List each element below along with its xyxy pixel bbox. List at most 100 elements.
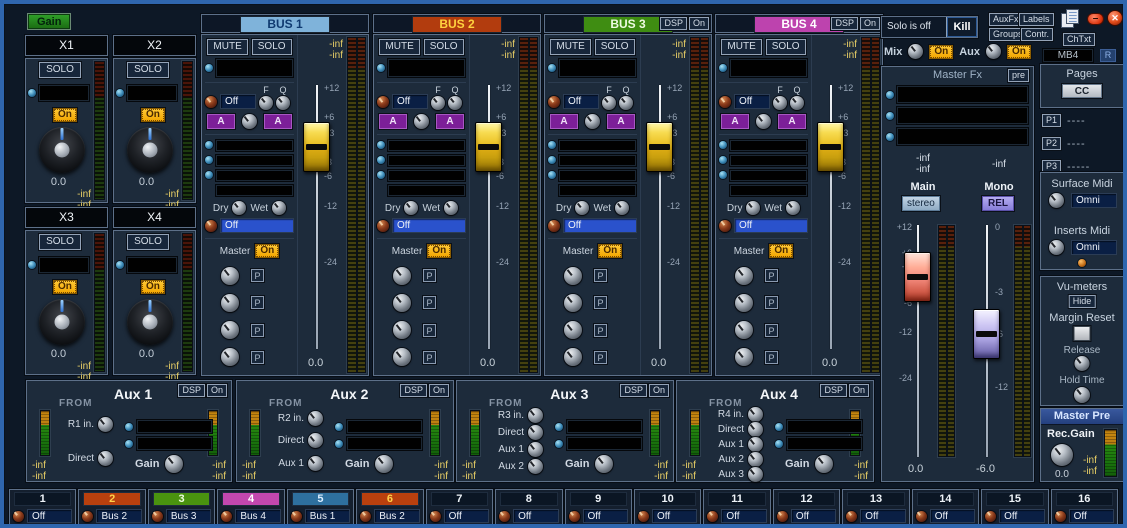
q-knob[interactable]: [276, 96, 290, 110]
channel-route-select[interactable]: Bus 2: [374, 509, 419, 523]
fx-select[interactable]: Off: [392, 218, 466, 233]
r-button[interactable]: R: [1100, 49, 1116, 62]
aux-gain-knob[interactable]: [815, 455, 833, 473]
channel-route-select[interactable]: Off: [721, 509, 766, 523]
send-knob[interactable]: [564, 348, 582, 366]
solo-button[interactable]: SOLO: [595, 39, 635, 55]
pre-button[interactable]: P: [251, 351, 264, 364]
channel-number[interactable]: 9: [570, 492, 627, 506]
eq-gain-knob[interactable]: [756, 114, 771, 129]
dsp-button[interactable]: DSP: [620, 384, 647, 397]
dsp-button[interactable]: DSP: [831, 17, 858, 30]
surface-midi-select[interactable]: Omni: [1071, 193, 1117, 208]
q-knob[interactable]: [448, 96, 462, 110]
channel-knob[interactable]: [82, 511, 93, 522]
channel-route-select[interactable]: Off: [27, 509, 72, 523]
on-button[interactable]: On: [53, 108, 77, 122]
send-knob[interactable]: [221, 348, 239, 366]
channel-number[interactable]: 11: [708, 492, 765, 506]
channel-knob[interactable]: [221, 511, 232, 522]
copy-pages-icon[interactable]: [1061, 9, 1083, 29]
pre-button[interactable]: P: [423, 296, 436, 309]
bus-title[interactable]: BUS 2: [412, 16, 502, 33]
channel-route-select[interactable]: Off: [930, 509, 975, 523]
channel-number[interactable]: 3: [153, 492, 210, 506]
pre-button[interactable]: P: [423, 351, 436, 364]
aux-gain-knob[interactable]: [595, 455, 613, 473]
mono-fader-handle[interactable]: [973, 309, 1000, 359]
dry-knob[interactable]: [746, 201, 760, 215]
source-knob[interactable]: [308, 433, 323, 448]
stereo-mode-button[interactable]: stereo: [902, 196, 940, 211]
aux-gain-knob[interactable]: [375, 455, 393, 473]
eq-select[interactable]: Off: [392, 94, 428, 109]
channel-number[interactable]: 6: [361, 492, 418, 506]
dsp-on-button[interactable]: On: [207, 384, 227, 397]
q-knob[interactable]: [619, 96, 633, 110]
pre-button[interactable]: P: [594, 324, 607, 337]
on-button[interactable]: On: [141, 108, 165, 122]
eq-a-button[interactable]: A: [207, 114, 235, 129]
source-knob[interactable]: [748, 437, 763, 452]
p2-button[interactable]: P2: [1042, 137, 1061, 150]
channel-knob[interactable]: [777, 511, 788, 522]
send-knob[interactable]: [735, 267, 753, 285]
channel-knob[interactable]: [291, 511, 302, 522]
eq-a-button[interactable]: A: [550, 114, 578, 129]
channel-knob[interactable]: [846, 511, 857, 522]
channel-route-select[interactable]: Off: [583, 509, 628, 523]
send-knob[interactable]: [564, 294, 582, 312]
channel-number[interactable]: 4: [222, 492, 279, 506]
dry-knob[interactable]: [575, 201, 589, 215]
source-knob[interactable]: [528, 425, 543, 440]
dsp-on-button[interactable]: On: [649, 384, 669, 397]
dsp-on-button[interactable]: On: [429, 384, 449, 397]
pre-button[interactable]: pre: [1008, 69, 1029, 82]
eq-a-button[interactable]: A: [721, 114, 749, 129]
p1-button[interactable]: P1: [1042, 114, 1061, 127]
channel-number[interactable]: 14: [917, 492, 974, 506]
send-knob[interactable]: [221, 294, 239, 312]
on-button[interactable]: On: [53, 280, 77, 294]
send-knob[interactable]: [393, 294, 411, 312]
eq-a-button[interactable]: A: [778, 114, 806, 129]
channel-route-select[interactable]: Bus 4: [235, 509, 280, 523]
source-knob[interactable]: [528, 442, 543, 457]
gain-knob[interactable]: [39, 299, 85, 345]
channel-number[interactable]: 8: [500, 492, 557, 506]
pre-button[interactable]: P: [765, 296, 778, 309]
channel-route-select[interactable]: Off: [791, 509, 836, 523]
master-on-button[interactable]: On: [255, 244, 279, 258]
solo-button[interactable]: SOLO: [252, 39, 292, 55]
fader-handle[interactable]: [646, 122, 673, 172]
dry-knob[interactable]: [404, 201, 418, 215]
send-knob[interactable]: [221, 267, 239, 285]
source-knob[interactable]: [748, 407, 763, 422]
solo-button[interactable]: SOLO: [39, 62, 81, 78]
fader-handle[interactable]: [475, 122, 502, 172]
channel-number[interactable]: 16: [1056, 492, 1113, 506]
freq-knob[interactable]: [602, 96, 616, 110]
channel-number[interactable]: 2: [83, 492, 140, 506]
channel-knob[interactable]: [985, 511, 996, 522]
source-knob[interactable]: [98, 417, 113, 432]
hide-button[interactable]: Hide: [1069, 295, 1096, 308]
labels-button[interactable]: Labels: [1019, 13, 1054, 26]
dsp-button[interactable]: DSP: [400, 384, 427, 397]
wet-knob[interactable]: [272, 201, 286, 215]
channel-route-select[interactable]: Off: [999, 509, 1044, 523]
channel-number[interactable]: 7: [431, 492, 488, 506]
eq-a-button[interactable]: A: [436, 114, 464, 129]
send-knob[interactable]: [735, 348, 753, 366]
chtxt-button[interactable]: ChTxt: [1063, 33, 1095, 46]
send-knob[interactable]: [564, 321, 582, 339]
fx-knob[interactable]: [719, 220, 731, 232]
aux-knob[interactable]: [986, 44, 1001, 59]
eq-select[interactable]: Off: [734, 94, 770, 109]
eq-a-button[interactable]: A: [379, 114, 407, 129]
mute-button[interactable]: MUTE: [721, 39, 761, 55]
channel-route-select[interactable]: Off: [444, 509, 489, 523]
send-knob[interactable]: [735, 294, 753, 312]
inserts-midi-knob[interactable]: [1049, 240, 1064, 255]
hold-time-knob[interactable]: [1074, 387, 1090, 403]
